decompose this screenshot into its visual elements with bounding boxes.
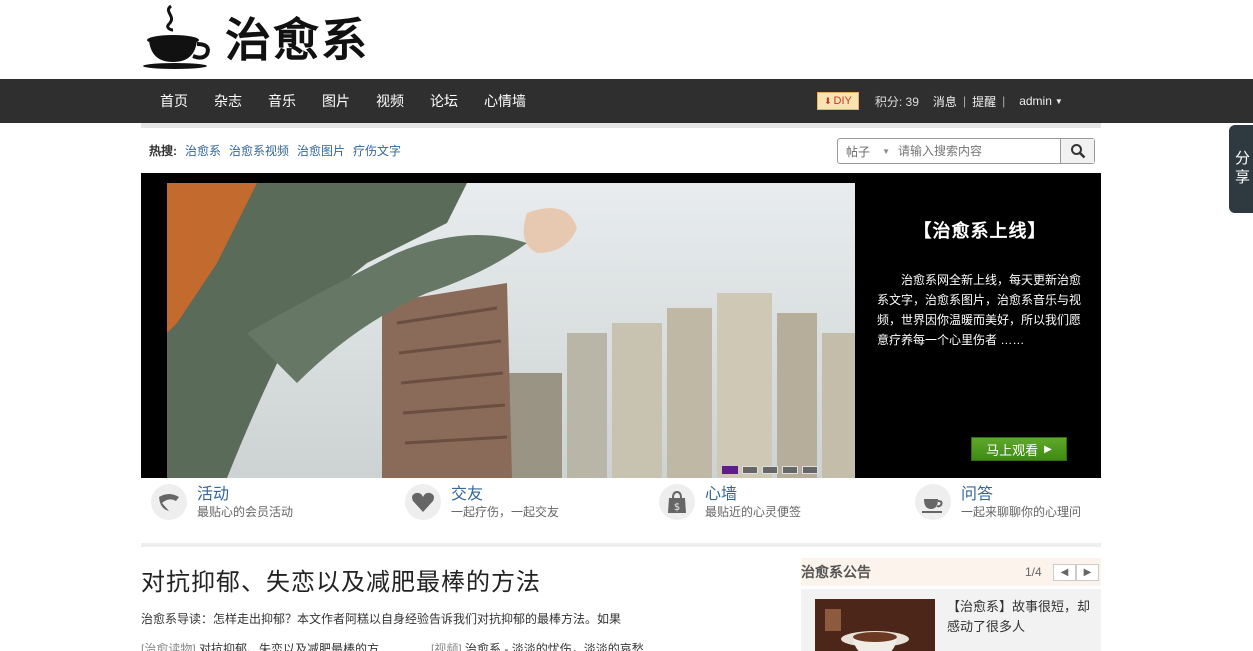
article-intro: 治愈系导读：怎样走出抑郁？本文作者阿糕以自身经验告诉我们对抗抑郁的最棒方法。如果 <box>141 612 622 626</box>
credits-link[interactable]: 积分: 39 <box>875 93 919 110</box>
logo-text: 治愈系 <box>225 13 369 67</box>
slide-dot[interactable] <box>782 466 798 474</box>
feature-qa[interactable]: 问答 一起来聊聊你的心理问 <box>905 478 1155 538</box>
ribbon-icon <box>151 484 187 520</box>
search-button[interactable] <box>1060 139 1094 163</box>
search-type-select[interactable]: 帖子 ▼ <box>838 143 898 160</box>
download-arrow-icon: ⬇ <box>824 95 832 106</box>
feature-desc: 最贴心的会员活动 <box>197 505 294 519</box>
article-category: [视频] <box>431 642 462 651</box>
notice-body: 【治愈系】故事很短，却感动了很多人 <box>801 589 1101 651</box>
feature-desc: 一起疗伤，一起交友 <box>451 505 560 519</box>
chevron-left-icon[interactable]: ◀ <box>1053 563 1076 581</box>
article-category: [治愈读物] <box>141 642 196 651</box>
share-label: 分享 <box>1233 150 1250 188</box>
notice-image[interactable] <box>815 599 935 651</box>
feature-desc: 最贴近的心灵便签 <box>705 505 802 519</box>
nav-item-home[interactable]: 首页 <box>160 91 188 111</box>
feature-title[interactable]: 交友 <box>451 480 483 504</box>
hot-search-label: 热搜: <box>149 144 177 158</box>
article-link-text: 对抗抑郁、失恋以及减肥最棒的方… <box>199 642 392 651</box>
diy-button[interactable]: ⬇ DIY <box>817 92 859 110</box>
divider <box>141 543 1101 547</box>
chevron-right-icon[interactable]: ▶ <box>1076 563 1099 581</box>
article-title[interactable]: 对抗抑郁、失恋以及减肥最棒的方法 <box>141 562 541 597</box>
chevron-down-icon: ▼ <box>1054 96 1063 106</box>
separator: | <box>962 94 967 108</box>
nav-item-video[interactable]: 视频 <box>376 91 404 111</box>
banner-description: 治愈系网全新上线，每天更新治愈系文字，治愈系图片，治愈系音乐与视频，世界因你温暖… <box>877 273 1082 347</box>
feature-heart-wall[interactable]: $ 心墙 最贴近的心灵便签 <box>649 478 899 538</box>
svg-text:$: $ <box>674 502 680 513</box>
feature-list: 活动 最贴心的会员活动 交友 一起疗伤，一起交友 $ 心墙 最贴近的心灵便签 问… <box>141 478 1101 538</box>
search-input[interactable] <box>898 140 1060 162</box>
article-link-text: 治愈系 - 淡淡的忧伤，淡淡的哀愁 <box>465 642 644 651</box>
hot-search-tag[interactable]: 治愈系 <box>185 142 221 159</box>
shopping-bag-icon: $ <box>659 484 695 520</box>
hot-search-tag[interactable]: 治愈图片 <box>297 142 345 159</box>
username: admin <box>1019 94 1052 108</box>
banner-caption: 【治愈系上线】 治愈系网全新上线，每天更新治愈系文字，治愈系图片，治愈系音乐与视… <box>875 173 1085 478</box>
notice-pager: ◀ ▶ <box>1053 563 1099 581</box>
slide-dot[interactable] <box>802 466 818 474</box>
search-icon <box>1070 144 1085 159</box>
notice-text[interactable]: 【治愈系】故事很短，却感动了很多人 <box>947 597 1097 637</box>
article-link[interactable]: [治愈读物] 对抗抑郁、失恋以及减肥最棒的方… <box>141 640 391 651</box>
coffee-cup-logo-icon <box>143 4 210 69</box>
reminders-link[interactable]: 提醒 <box>972 93 996 110</box>
main-nav: 首页 杂志 音乐 图片 视频 论坛 心情墙 ⬇ DIY 积分: 39 消息 | … <box>0 79 1253 123</box>
hot-search-tag[interactable]: 疗伤文字 <box>353 142 401 159</box>
feature-title[interactable]: 心墙 <box>705 480 737 504</box>
notice-title: 治愈系公告 <box>801 564 871 580</box>
hot-search: 热搜: 治愈系 治愈系视频 治愈图片 疗伤文字 <box>149 142 409 159</box>
banner-slideshow: 【治愈系上线】 治愈系网全新上线，每天更新治愈系文字，治愈系图片，治愈系音乐与视… <box>141 173 1101 478</box>
diy-label: DIY <box>833 95 852 107</box>
nav-item-music[interactable]: 音乐 <box>268 91 296 111</box>
nav-item-pictures[interactable]: 图片 <box>322 91 350 111</box>
feature-title[interactable]: 问答 <box>961 480 993 504</box>
hot-search-tag[interactable]: 治愈系视频 <box>229 142 289 159</box>
notice-page-counter: 1/4 <box>1025 565 1042 579</box>
banner-title: 【治愈系上线】 <box>913 221 1047 241</box>
nav-item-mood-wall[interactable]: 心情墙 <box>484 91 526 111</box>
slide-dot[interactable] <box>722 466 738 474</box>
chevron-down-icon: ▼ <box>882 146 890 156</box>
notice-header: 治愈系公告 1/4 ◀ ▶ <box>801 558 1101 586</box>
heart-icon <box>405 484 441 520</box>
search-type-value: 帖子 <box>846 144 871 159</box>
user-menu[interactable]: admin ▼ <box>1019 94 1063 108</box>
banner-image[interactable] <box>167 183 855 478</box>
article-links: [治愈读物] 对抗抑郁、失恋以及减肥最棒的方… [视频] 治愈系 - 淡淡的忧伤… <box>141 640 684 651</box>
site-logo[interactable]: 治愈系 <box>141 2 369 72</box>
slide-indicators <box>722 466 822 474</box>
slide-dot[interactable] <box>742 466 758 474</box>
watch-now-label: 马上观看 <box>986 442 1039 458</box>
feature-friends[interactable]: 交友 一起疗伤，一起交友 <box>395 478 645 538</box>
chevron-right-icon: ▶ <box>1044 443 1052 455</box>
article-link[interactable]: [视频] 治愈系 - 淡淡的忧伤，淡淡的哀愁 <box>431 640 644 651</box>
nav-item-forum[interactable]: 论坛 <box>430 91 458 111</box>
separator: | <box>1002 94 1006 108</box>
coffee-cup-icon <box>915 484 951 520</box>
nav-item-magazine[interactable]: 杂志 <box>214 91 242 111</box>
slide-dot[interactable] <box>762 466 778 474</box>
messages-link[interactable]: 消息 <box>933 93 957 110</box>
feature-activities[interactable]: 活动 最贴心的会员活动 <box>141 478 391 538</box>
search-box: 帖子 ▼ <box>837 138 1095 164</box>
watch-now-button[interactable]: 马上观看 ▶ <box>971 437 1067 461</box>
feature-title[interactable]: 活动 <box>197 480 229 504</box>
share-tab[interactable]: 分享 <box>1229 125 1253 213</box>
feature-desc: 一起来聊聊你的心理问 <box>961 505 1082 519</box>
search-row: 热搜: 治愈系 治愈系视频 治愈图片 疗伤文字 帖子 ▼ <box>141 123 1101 173</box>
